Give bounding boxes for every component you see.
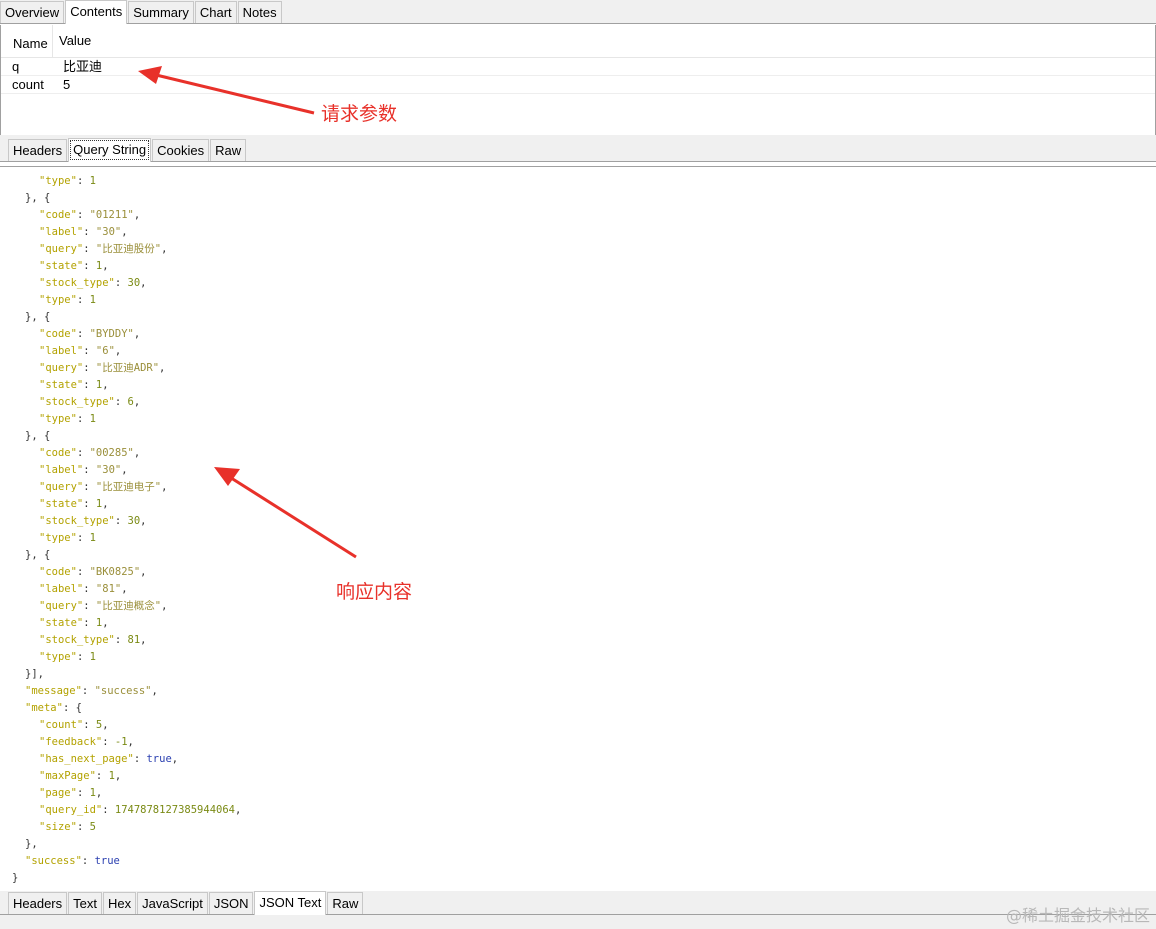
annotation-arrows xyxy=(138,66,357,559)
annotation-request-params: 请求参数 xyxy=(321,103,398,125)
annotation-response-content: 响应内容 xyxy=(336,581,413,603)
watermark: @稀土掘金技术社区 xyxy=(1005,906,1150,925)
arrow-request-params xyxy=(138,66,315,115)
arrow-response-content xyxy=(214,467,357,559)
